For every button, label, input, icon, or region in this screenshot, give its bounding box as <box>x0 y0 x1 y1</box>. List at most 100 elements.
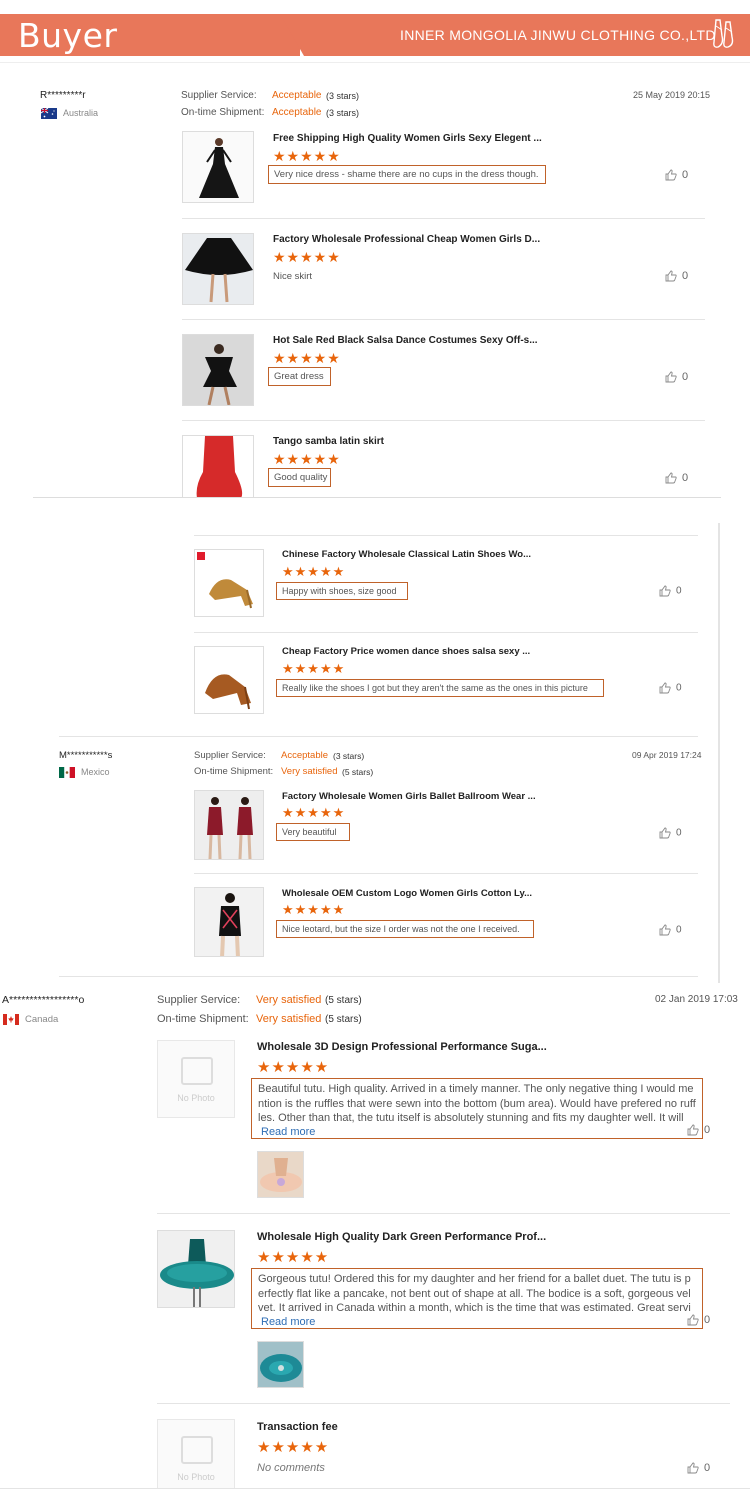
supplier-service-stars: (3 stars) <box>326 91 360 101</box>
thumbs-up-icon <box>687 1462 699 1474</box>
product-title[interactable]: Free Shipping High Quality Women Girls S… <box>273 133 542 144</box>
like-count: 0 <box>676 682 682 694</box>
review-comment: Nice leotard, but the size I order was n… <box>276 920 534 938</box>
canada-flag-icon <box>3 1014 19 1025</box>
like-button[interactable]: 0 <box>665 472 688 484</box>
like-count: 0 <box>704 1462 711 1474</box>
no-photo-icon <box>181 1436 213 1464</box>
product-title[interactable]: Wholesale OEM Custom Logo Women Girls Co… <box>282 888 532 899</box>
like-count: 0 <box>682 472 689 484</box>
review-comment: Gorgeous tutu! Ordered this for my daugh… <box>258 1273 691 1314</box>
page-title: Buyer evaluation <box>18 16 197 94</box>
header-banner: Buyer evaluation INNER MONGOLIA JINWU CL… <box>0 0 750 94</box>
country-label: Australia <box>63 108 99 118</box>
like-count: 0 <box>682 371 689 383</box>
like-button[interactable]: 0 <box>659 827 682 839</box>
item-divider <box>194 873 698 874</box>
like-button[interactable]: 0 <box>687 1124 710 1136</box>
item-divider <box>182 319 705 320</box>
product-image-red-skirt[interactable] <box>182 435 254 497</box>
like-button[interactable]: 0 <box>687 1462 710 1474</box>
country-label: Canada <box>25 1014 59 1026</box>
product-image-salsa-shoes[interactable] <box>194 646 264 714</box>
like-button[interactable]: 0 <box>659 682 682 694</box>
ballet-shoe-icon <box>713 19 734 48</box>
product-image-latin-shoes[interactable] <box>194 549 264 617</box>
read-more-link[interactable]: Read more <box>258 1125 696 1140</box>
product-title[interactable]: Factory Wholesale Women Girls Ballet Bal… <box>282 791 536 802</box>
no-photo-icon <box>181 1057 213 1085</box>
company-name: INNER MONGOLIA JINWU CLOTHING CO.,LTD <box>400 27 716 43</box>
thumbs-up-icon <box>659 924 671 936</box>
item-divider <box>157 1213 730 1214</box>
review-date: 09 Apr 2019 17:24 <box>632 750 702 760</box>
like-count: 0 <box>682 169 689 181</box>
no-photo-label: No Photo <box>177 1472 215 1482</box>
product-image-salsa-dress[interactable] <box>182 334 254 406</box>
like-count: 0 <box>704 1124 711 1136</box>
rating-stars: ★★★★★ <box>282 661 346 676</box>
reviewer-country: Mexico <box>59 767 110 779</box>
thumbs-up-icon <box>687 1314 699 1326</box>
mexico-flag-icon <box>59 767 75 779</box>
product-title[interactable]: Tango samba latin skirt <box>273 436 384 447</box>
read-more-link[interactable]: Read more <box>258 1315 696 1330</box>
like-button[interactable]: 0 <box>665 169 688 181</box>
product-title[interactable]: Wholesale 3D Design Professional Perform… <box>257 1041 547 1053</box>
title-band: Buyer evaluation <box>0 14 300 94</box>
supplier-service-stars: (5 stars) <box>325 995 362 1006</box>
item-divider <box>182 420 705 421</box>
rating-stars: ★★★★★ <box>282 902 346 917</box>
review-comment: No comments <box>257 1462 325 1474</box>
product-title[interactable]: Cheap Factory Price women dance shoes sa… <box>282 646 530 657</box>
like-button[interactable]: 0 <box>659 585 682 597</box>
like-count: 0 <box>682 270 689 282</box>
product-title[interactable]: Transaction fee <box>257 1421 338 1433</box>
like-button[interactable]: 0 <box>665 270 688 282</box>
rating-stars: ★★★★★ <box>257 1439 330 1456</box>
item-divider <box>157 1403 730 1404</box>
like-button[interactable]: 0 <box>687 1314 710 1326</box>
shipment-value: Very satisfied <box>256 1013 322 1025</box>
review-photo-thumbnail[interactable] <box>257 1341 304 1388</box>
like-count: 0 <box>676 827 682 839</box>
product-image-placeholder[interactable]: No Photo <box>157 1040 235 1118</box>
supplier-service-label: Supplier Service: <box>157 994 241 1006</box>
product-image-black-skirt[interactable] <box>182 233 254 305</box>
supplier-service-value: Acceptable <box>281 750 329 761</box>
review-comment: Happy with shoes, size good <box>276 582 408 600</box>
product-title[interactable]: Hot Sale Red Black Salsa Dance Costumes … <box>273 335 538 346</box>
product-image-cotton-leotard[interactable] <box>194 887 264 957</box>
rating-stars: ★★★★★ <box>257 1249 330 1266</box>
like-count: 0 <box>676 585 682 597</box>
review-photo-thumbnail[interactable] <box>257 1151 304 1198</box>
thumbs-up-icon <box>659 827 671 839</box>
rating-stars: ★★★★★ <box>282 805 346 820</box>
product-image-placeholder[interactable]: No Photo <box>157 1419 235 1489</box>
product-image-green-tutu[interactable] <box>157 1230 235 1308</box>
item-divider <box>194 632 698 633</box>
rating-stars: ★★★★★ <box>257 1059 330 1076</box>
review-comment: Good quality <box>268 468 331 487</box>
thumbs-up-icon <box>665 472 677 484</box>
supplier-service-label: Supplier Service: <box>194 750 266 761</box>
supplier-service-value: Very satisfied <box>256 994 322 1006</box>
review-comment: Beautiful tutu. High quality. Arrived in… <box>258 1083 696 1124</box>
shipment-stars: (5 stars) <box>325 1014 362 1025</box>
thumbs-up-icon <box>665 169 677 181</box>
item-divider <box>194 535 698 536</box>
product-image-black-dress[interactable] <box>182 131 254 203</box>
like-button[interactable]: 0 <box>665 371 688 383</box>
thumbs-up-icon <box>665 270 677 282</box>
shipment-label: On-time Shipment: <box>181 107 265 118</box>
product-title[interactable]: Wholesale High Quality Dark Green Perfor… <box>257 1231 546 1243</box>
shipment-value: Acceptable <box>272 107 322 118</box>
like-count: 0 <box>676 924 682 936</box>
product-title[interactable]: Factory Wholesale Professional Cheap Wom… <box>273 234 540 245</box>
thumbs-up-icon <box>665 371 677 383</box>
rating-stars: ★★★★★ <box>273 451 341 467</box>
product-image-ballet-leotard[interactable] <box>194 790 264 860</box>
scrollbar-track[interactable] <box>718 523 720 983</box>
product-title[interactable]: Chinese Factory Wholesale Classical Lati… <box>282 549 531 560</box>
like-button[interactable]: 0 <box>659 924 682 936</box>
